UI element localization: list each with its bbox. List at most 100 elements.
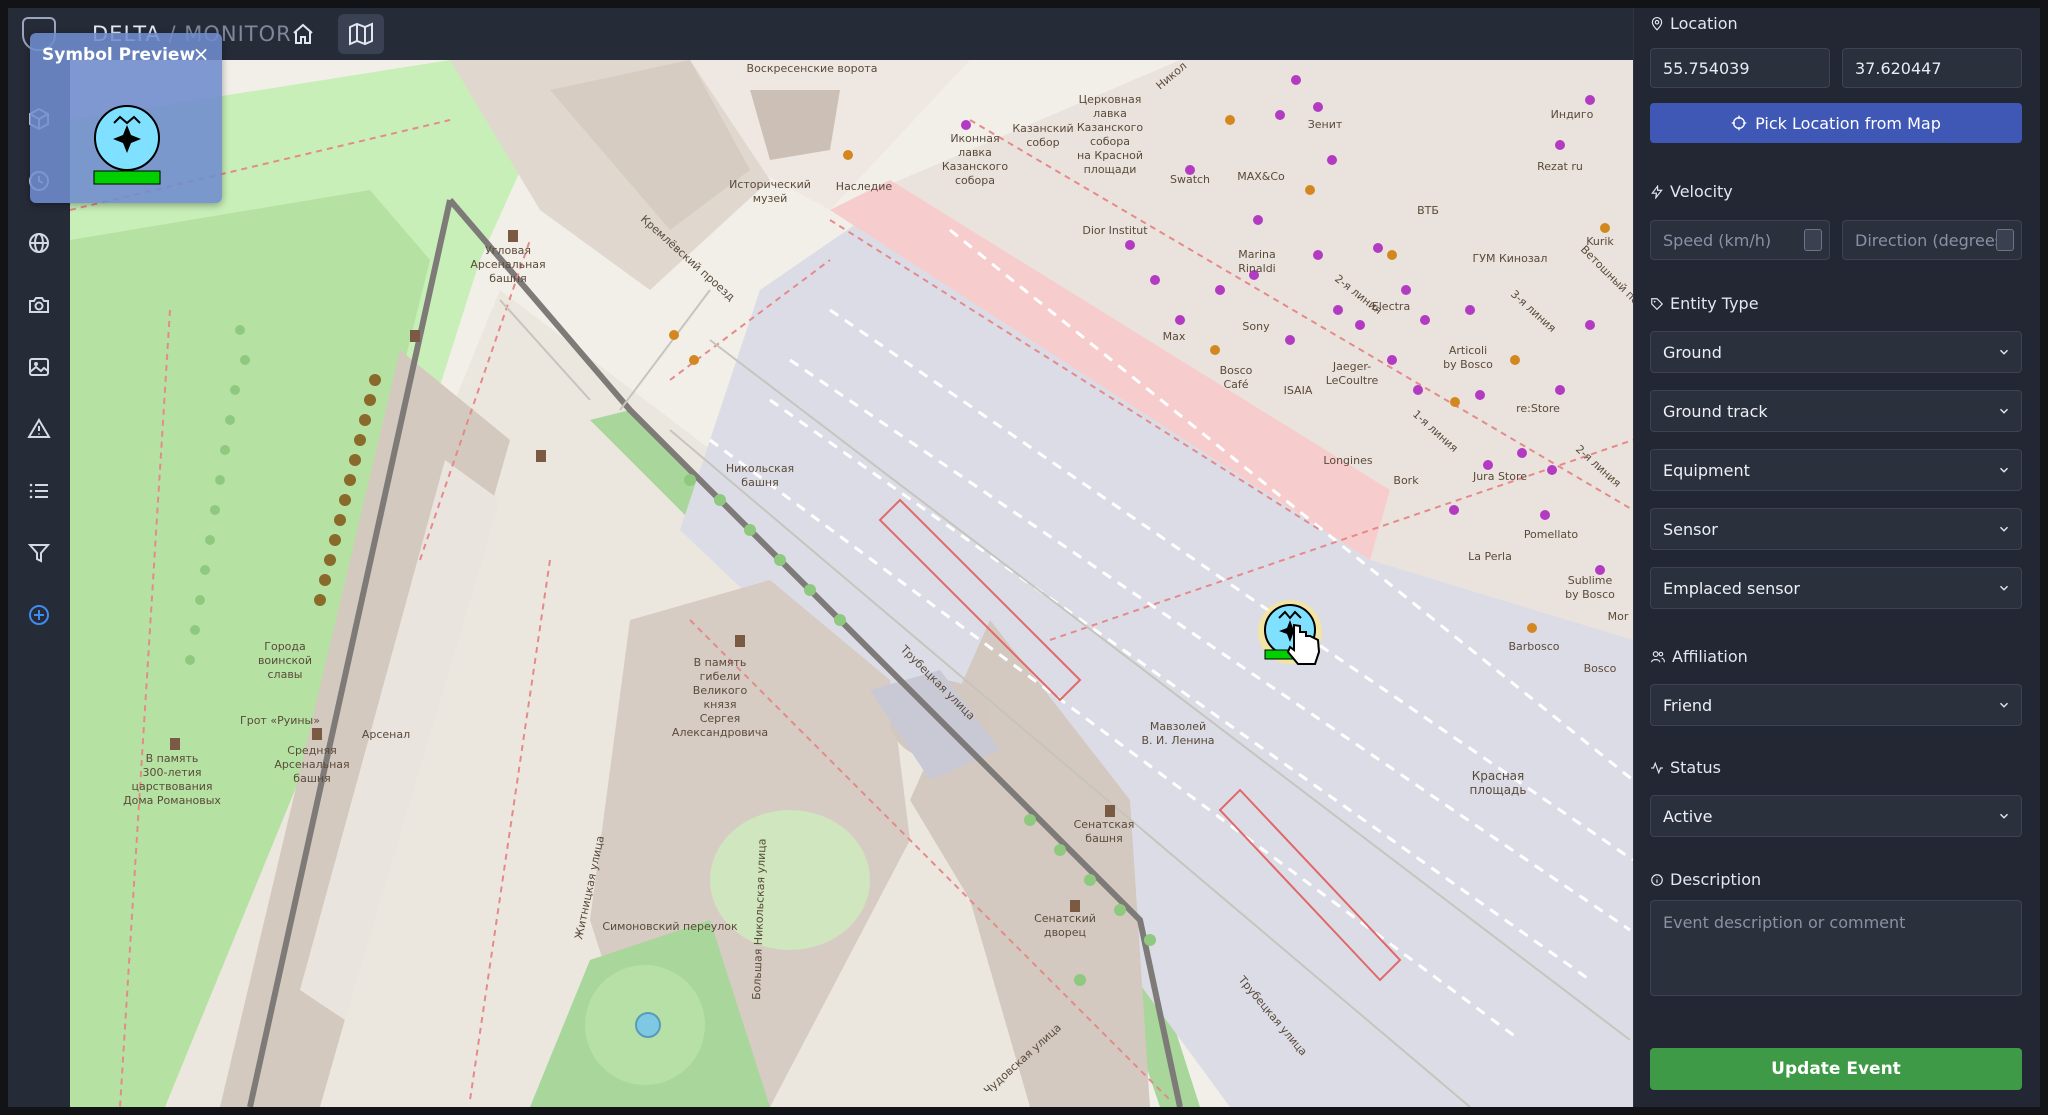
sidebar-item-list[interactable]: [20, 472, 58, 510]
map-label: Sony: [1242, 320, 1270, 333]
map-label: Barbosco: [1508, 640, 1559, 653]
affiliation-select[interactable]: Friend: [1650, 684, 2022, 726]
activity-icon: [1651, 761, 1663, 774]
entity-class-select[interactable]: Equipment: [1650, 449, 2022, 491]
info-icon: [1651, 873, 1663, 886]
map-label: LeCoultre: [1326, 374, 1379, 387]
map-label: Никольская: [726, 462, 794, 475]
map-label: Jura Store: [1472, 470, 1527, 483]
map-label: Казанского: [942, 160, 1009, 173]
longitude-input[interactable]: [1842, 48, 2022, 88]
map-label: башня: [741, 476, 778, 489]
map-label: Marina: [1238, 248, 1276, 261]
direction-stepper[interactable]: [1996, 229, 2014, 251]
map-label: собора: [1090, 135, 1130, 148]
list-icon: [29, 483, 48, 499]
sidebar-item-globe[interactable]: [20, 224, 58, 262]
users-icon: [1651, 650, 1665, 662]
map-label: Красная: [1472, 769, 1525, 783]
close-icon[interactable]: ×: [190, 43, 212, 65]
chevron-down-icon: [1999, 408, 2009, 414]
map-canvas[interactable]: Воскресенские ворота Казанский собор Ико…: [70, 60, 1633, 1107]
speed-stepper[interactable]: [1804, 229, 1822, 251]
description-section-label: Description: [1650, 870, 1761, 889]
chevron-down-icon: [1999, 526, 2009, 532]
entity-marker[interactable]: [1258, 600, 1322, 665]
entity-subtype-select[interactable]: Ground track: [1650, 390, 2022, 432]
sidebar-item-camera[interactable]: [20, 286, 58, 324]
velocity-section-label: Velocity: [1650, 182, 1733, 201]
map-label: дворец: [1044, 926, 1086, 939]
map-view[interactable]: Воскресенские ворота Казанский собор Ико…: [70, 60, 1633, 1107]
direction-field: [1842, 220, 2022, 260]
latitude-input[interactable]: [1650, 48, 1830, 88]
map-label: Великого: [693, 684, 748, 697]
select-value: Sensor: [1663, 519, 1718, 539]
entity-category-select[interactable]: Ground: [1650, 331, 2022, 373]
map-label: Казанского: [1077, 121, 1144, 134]
map-label: В память: [146, 752, 199, 765]
map-label: Арсенальная: [470, 258, 545, 271]
app-window: Воскресенские ворота Казанский собор Ико…: [8, 8, 2040, 1107]
location-label: Location: [1670, 14, 1738, 33]
map-label: Угловая: [485, 244, 531, 257]
map-label: собора: [955, 174, 995, 187]
speed-input[interactable]: [1650, 220, 1830, 260]
status-section-label: Status: [1650, 758, 1721, 777]
map-label: La Perla: [1468, 550, 1512, 563]
map-label: башня: [293, 772, 330, 785]
chevron-down-icon: [1999, 467, 2009, 473]
home-button[interactable]: [280, 14, 326, 54]
map-label: Арсенал: [362, 728, 410, 741]
map-label: Церковная: [1079, 93, 1142, 106]
map-label: Сергея: [700, 712, 741, 725]
status-select[interactable]: Active: [1650, 795, 2022, 837]
map-label: by Bosco: [1443, 358, 1493, 371]
map-label: Rinaldi: [1238, 262, 1276, 275]
pick-location-button[interactable]: Pick Location from Map: [1650, 103, 2022, 143]
map-label: площадь: [1470, 783, 1527, 797]
map-label: ISAIA: [1284, 384, 1313, 397]
map-label: Александровича: [672, 726, 768, 739]
map-label: Bork: [1393, 474, 1419, 487]
sidebar-item-filter[interactable]: [20, 534, 58, 572]
map-label: re:Store: [1516, 402, 1560, 415]
map-label: 300-летия: [143, 766, 202, 779]
map-label: Bosco: [1220, 364, 1253, 377]
map-label: Pomellato: [1524, 528, 1579, 541]
entity-type-section-label: Entity Type: [1650, 294, 1759, 313]
map-label: Swatch: [1170, 173, 1210, 186]
direction-input[interactable]: [1842, 220, 2022, 260]
symbol-preview-panel: Symbol Preview ×: [30, 33, 222, 203]
sidebar-item-images[interactable]: [20, 348, 58, 386]
entity-kind-select[interactable]: Sensor: [1650, 508, 2022, 550]
map-label: Dior Institut: [1082, 224, 1148, 237]
map-label: Сенатская: [1074, 818, 1135, 831]
map-label: Воскресенские ворота: [747, 62, 878, 75]
map-label: В. И. Ленина: [1141, 734, 1214, 747]
map-label: на Красной: [1077, 149, 1143, 162]
map-label: Средняя: [287, 744, 336, 757]
map-label: В память: [694, 656, 747, 669]
entity-variant-select[interactable]: Emplaced sensor: [1650, 567, 2022, 609]
map-icon: [349, 22, 373, 46]
select-value: Ground: [1663, 342, 1722, 362]
map-label: Индиго: [1551, 108, 1594, 121]
map-label: славы: [268, 668, 303, 681]
map-label: Rezat ru: [1537, 160, 1583, 173]
add-circle-icon: [29, 605, 49, 625]
map-label: собор: [1026, 136, 1059, 149]
status-label: Status: [1670, 758, 1721, 777]
symbol-preview-title: Symbol Preview: [42, 45, 196, 65]
map-button[interactable]: [338, 14, 384, 54]
update-event-button[interactable]: Update Event: [1650, 1048, 2022, 1090]
description-input[interactable]: [1650, 900, 2022, 996]
symbol-preview-image: [93, 105, 161, 185]
sidebar-item-alerts[interactable]: [20, 410, 58, 448]
sidebar-item-add[interactable]: [20, 596, 58, 634]
map-label: Mor: [1608, 610, 1629, 623]
map-label: царствования: [131, 780, 212, 793]
crosshair-icon: [1731, 115, 1747, 131]
speed-field: [1650, 220, 1830, 260]
map-label: Bosco: [1584, 662, 1617, 675]
